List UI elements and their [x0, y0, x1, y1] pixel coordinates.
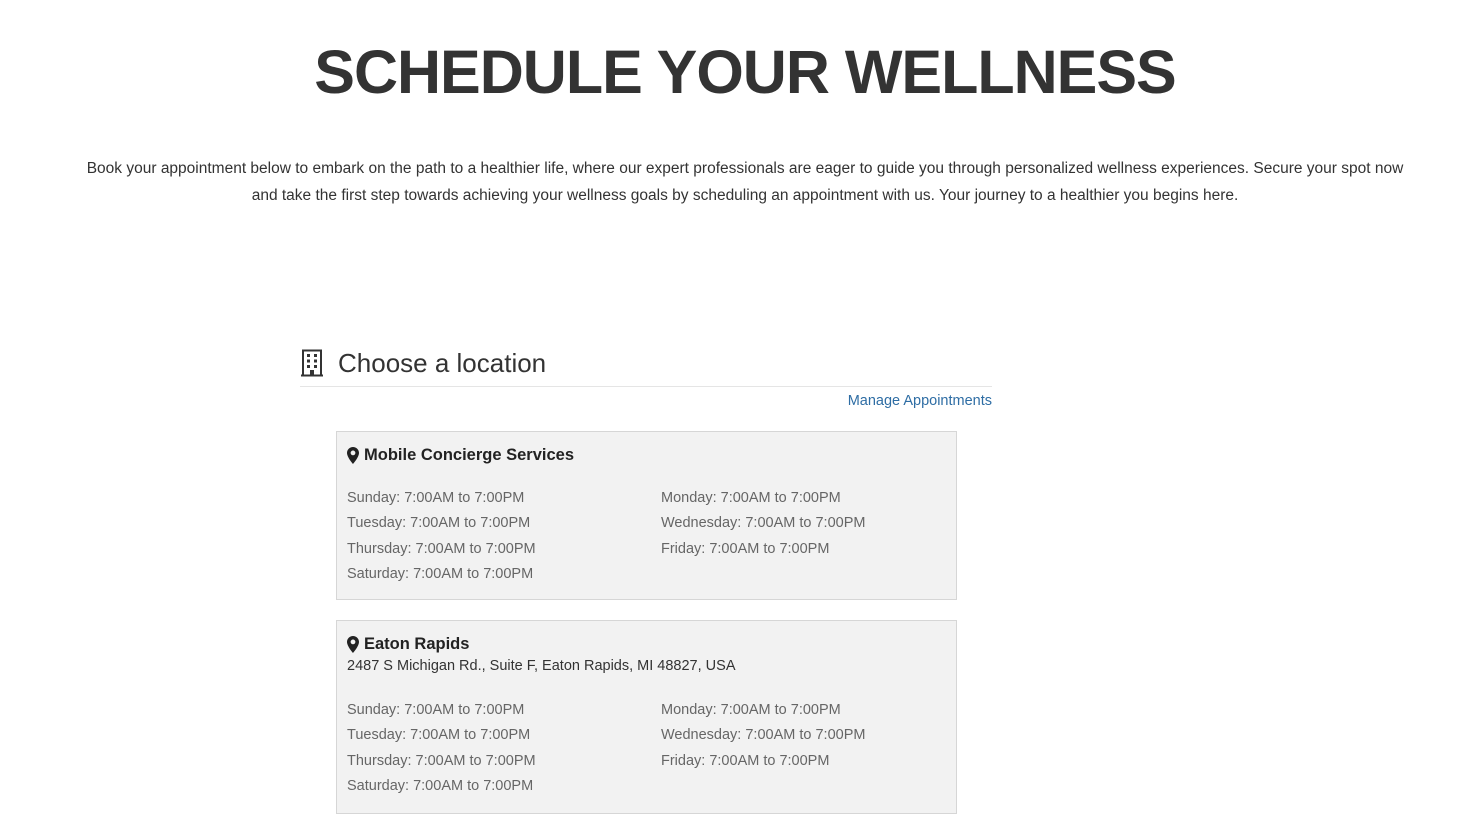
location-name: Eaton Rapids — [364, 634, 470, 653]
hours-sunday: Sunday: 7:00AM to 7:00PM — [347, 702, 525, 718]
hours-tuesday: Tuesday: 7:00AM to 7:00PM — [347, 727, 531, 744]
section-header: Choose a location — [300, 340, 992, 387]
intro-text: Book your appointment below to embark on… — [75, 155, 1415, 209]
location-card-eaton-rapids[interactable]: Eaton Rapids 2487 S Michigan Rd., Suite … — [336, 620, 957, 814]
intro-line-2: and take the first step towards achievin… — [251, 187, 1239, 204]
page: SCHEDULE YOUR WELLNESS Book your appoint… — [0, 0, 1472, 816]
map-pin-icon — [347, 446, 359, 464]
hours-grid: Sunday: 7:00AM to 7:00PM Monday: 7:00AM … — [347, 700, 946, 797]
location-card-mobile-concierge[interactable]: Mobile Concierge Services Sunday: 7:00AM… — [336, 431, 957, 600]
hours-friday: Friday: 7:00AM to 7:00PM — [661, 540, 830, 557]
manage-appointments-link[interactable]: Manage Appointments — [848, 393, 992, 409]
hours-thursday: Thursday: 7:00AM to 7:00PM — [347, 540, 536, 557]
hours-sunday: Sunday: 7:00AM to 7:00PM — [347, 490, 525, 506]
hours-wednesday: Wednesday: 7:00AM to 7:00PM — [661, 515, 866, 532]
hours-grid: Sunday: 7:00AM to 7:00PM Monday: 7:00AM … — [347, 488, 946, 585]
location-address: 2487 S Michigan Rd., Suite F, Eaton Rapi… — [347, 658, 736, 674]
intro-line-1: Book your appointment below to embark on… — [86, 160, 1404, 177]
hours-saturday: Saturday: 7:00AM to 7:00PM — [347, 777, 534, 794]
hours-monday: Monday: 7:00AM to 7:00PM — [661, 490, 841, 506]
building-icon — [301, 349, 323, 377]
hours-monday: Monday: 7:00AM to 7:00PM — [661, 702, 841, 718]
hours-tuesday: Tuesday: 7:00AM to 7:00PM — [347, 515, 531, 532]
page-title: SCHEDULE YOUR WELLNESS — [314, 38, 1176, 106]
hours-friday: Friday: 7:00AM to 7:00PM — [661, 752, 830, 769]
hours-saturday: Saturday: 7:00AM to 7:00PM — [347, 565, 534, 582]
location-section: Choose a location Manage Appointments Mo… — [300, 340, 992, 814]
section-title: Choose a location — [338, 347, 547, 378]
location-name-row: Eaton Rapids — [347, 631, 946, 657]
manage-row: Manage Appointments — [300, 392, 992, 414]
location-name: Mobile Concierge Services — [364, 445, 574, 464]
map-pin-icon — [347, 635, 359, 653]
location-name-row: Mobile Concierge Services — [347, 442, 946, 468]
hours-thursday: Thursday: 7:00AM to 7:00PM — [347, 752, 536, 769]
hours-wednesday: Wednesday: 7:00AM to 7:00PM — [661, 727, 866, 744]
